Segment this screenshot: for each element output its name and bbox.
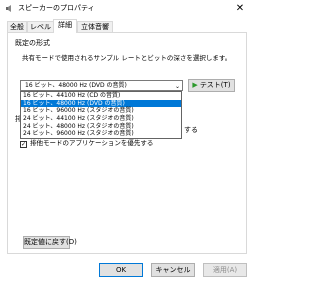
format-option[interactable]: 16 ビット、44100 Hz (CD の音質) <box>21 92 181 100</box>
format-option[interactable]: 24 ビット、44100 Hz (スタジオの音質) <box>21 115 181 123</box>
restore-defaults-button[interactable]: 既定値に戻す(D) <box>23 236 77 249</box>
apply-button[interactable]: 適用(A) <box>203 263 247 277</box>
test-button[interactable]: ▶ テスト(T) <box>188 79 235 92</box>
play-icon: ▶ <box>192 81 198 89</box>
tab-advanced[interactable]: 詳細 <box>53 19 77 33</box>
tab-levels[interactable]: レベル <box>27 21 54 32</box>
default-format-title: 既定の形式 <box>15 39 50 47</box>
format-dropdown-list: 16 ビット、44100 Hz (CD の音質) 16 ビット、48000 Hz… <box>20 91 182 139</box>
cancel-button[interactable]: キャンセル <box>151 263 195 277</box>
window-title: スピーカーのプロパティ <box>18 4 95 12</box>
format-option[interactable]: 24 ビット、96000 Hz (スタジオの音質) <box>21 130 181 138</box>
close-icon[interactable]: ✕ <box>226 0 254 18</box>
format-select[interactable]: 16 ビット、48000 Hz (DVD の音質) ⌄ <box>20 80 183 91</box>
speaker-icon <box>6 5 11 12</box>
tab-spatial-sound[interactable]: 立体音響 <box>77 21 113 32</box>
format-option[interactable]: 16 ビット、96000 Hz (スタジオの音質) <box>21 107 181 115</box>
test-button-label: テスト(T) <box>199 81 231 89</box>
exclusive-priority-checkbox[interactable]: ✓ <box>20 141 27 148</box>
tab-general[interactable]: 全般 <box>7 21 27 32</box>
ok-button[interactable]: OK <box>99 263 143 277</box>
title-bar: スピーカーのプロパティ ✕ <box>0 0 254 18</box>
exclusive-priority-label: 排他モードのアプリケーションを優先する <box>30 139 154 147</box>
format-select-value: 16 ビット、48000 Hz (DVD の音質) <box>25 82 127 89</box>
tab-strip: 全般 レベル 詳細 立体音響 <box>7 19 247 33</box>
default-format-description: 共有モードで使用されるサンプル レートとビットの深さを選択します。 <box>22 54 232 62</box>
chevron-down-icon: ⌄ <box>174 83 180 90</box>
exclusive-control-label: する <box>184 126 198 134</box>
